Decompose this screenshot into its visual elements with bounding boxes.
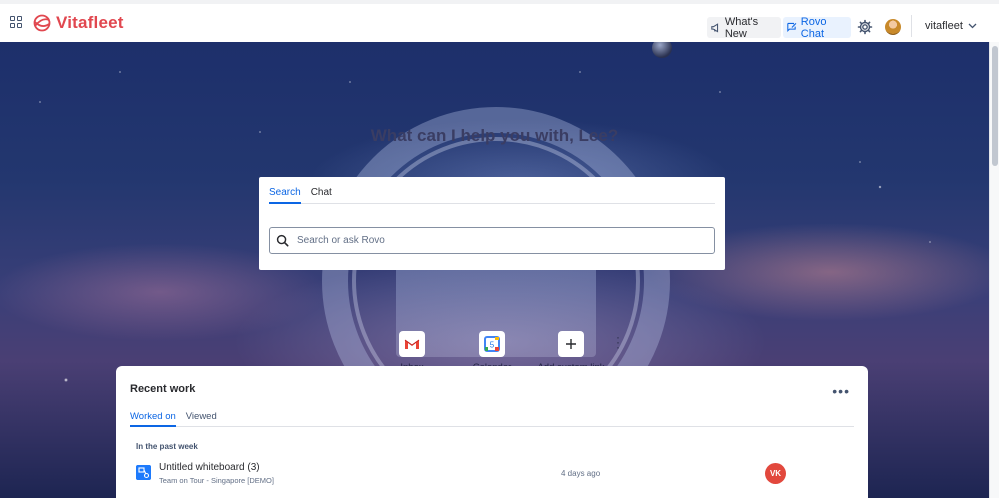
- rovo-chat-label: Rovo Chat: [800, 15, 827, 40]
- whats-new-label: What's New: [724, 15, 759, 40]
- plus-icon: [558, 331, 584, 357]
- recent-work-title: Recent work: [130, 383, 196, 395]
- gear-icon[interactable]: [857, 19, 873, 35]
- topbar-divider: [911, 15, 912, 37]
- chevron-down-icon: [968, 23, 977, 29]
- tab-viewed[interactable]: Viewed: [186, 411, 217, 427]
- scrollbar-thumb[interactable]: [992, 46, 998, 166]
- item-timestamp: 4 days ago: [561, 469, 601, 478]
- vitafleet-logo[interactable]: Vitafleet: [32, 13, 124, 33]
- tab-worked-on[interactable]: Worked on: [130, 411, 176, 427]
- search-icon: [276, 234, 289, 247]
- item-title[interactable]: Untitled whiteboard (3): [159, 462, 260, 473]
- search-input[interactable]: [297, 235, 677, 246]
- top-navigation-bar: Vitafleet What's New Rovo Chat vitafleet: [0, 0, 999, 42]
- tab-search[interactable]: Search: [269, 187, 301, 204]
- quick-links-more-icon[interactable]: · · ·: [616, 331, 620, 353]
- recent-work-card: Recent work ••• Worked on Viewed In the …: [116, 366, 868, 498]
- app-switcher-grid-icon[interactable]: [10, 16, 22, 28]
- megaphone-icon: [711, 23, 719, 33]
- site-name: vitafleet: [925, 20, 963, 32]
- recent-work-tabs: Worked on Viewed: [130, 411, 854, 427]
- whiteboard-icon: [136, 465, 151, 480]
- more-options-icon[interactable]: •••: [832, 383, 850, 399]
- chat-edit-icon: [787, 22, 797, 33]
- search-box[interactable]: [269, 227, 715, 254]
- page-scrollbar[interactable]: [989, 42, 999, 498]
- site-switcher[interactable]: vitafleet: [925, 20, 977, 32]
- calendar-badge: 5: [490, 341, 495, 350]
- rovo-chat-button[interactable]: Rovo Chat: [783, 15, 851, 40]
- search-tabs: Search Chat: [269, 187, 715, 204]
- search-card: Search Chat: [259, 177, 725, 270]
- avatar[interactable]: VK: [765, 463, 786, 484]
- tab-chat[interactable]: Chat: [311, 187, 332, 204]
- vitafleet-logo-icon: [33, 14, 51, 32]
- whats-new-button[interactable]: What's New: [707, 15, 781, 40]
- gmail-icon: [399, 331, 425, 357]
- user-avatar[interactable]: [885, 19, 901, 35]
- logo-text: Vitafleet: [56, 13, 124, 32]
- calendar-icon: 5: [479, 331, 505, 357]
- greeting-heading: What can I help you with, Lee?: [370, 126, 619, 145]
- item-subtitle: Team on Tour - Singapore [DEMO]: [159, 476, 274, 485]
- period-heading: In the past week: [136, 442, 198, 451]
